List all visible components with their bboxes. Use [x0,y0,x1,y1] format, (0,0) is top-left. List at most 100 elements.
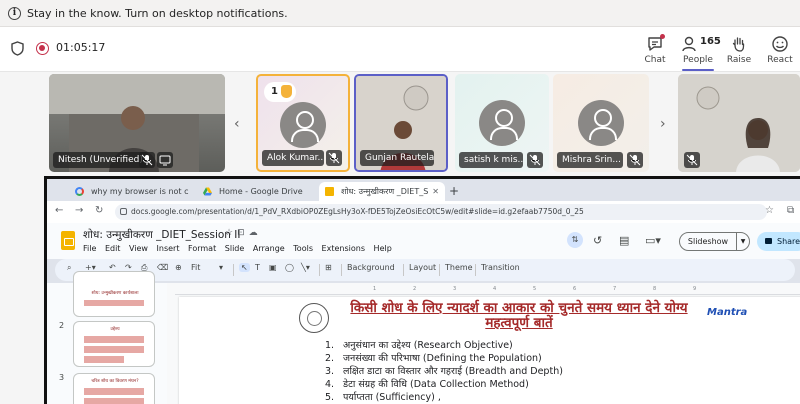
paint-format-icon[interactable]: ⌫ [157,263,168,272]
slideshow-button[interactable]: Slideshow [679,232,737,251]
menu-arrange[interactable]: Arrange [253,244,285,253]
participant-tile[interactable] [678,74,800,172]
mic-muted-icon [326,150,342,166]
shape-icon[interactable]: ◯ [285,263,294,272]
participant-strip: Nitesh (Unverified) 1 Alok Kumar... Gunj… [0,72,800,176]
participant-tile-active-speaker[interactable]: Gunjan Rautela... [354,74,448,172]
participant-tile[interactable]: Nitesh (Unverified) [49,74,225,172]
menu-format[interactable]: Format [188,244,216,253]
people-button[interactable]: 165 People [676,33,721,71]
menu-extensions[interactable]: Extensions [322,244,365,253]
zoom-dropdown-icon[interactable]: ▾ [219,263,223,272]
participant-name: satish k mis... [459,152,523,168]
chevron-right-icon[interactable]: › [660,116,666,132]
transition-button[interactable]: Transition [481,263,520,272]
video-call-icon[interactable]: ▭▾ [645,234,661,247]
slide-thumbnail[interactable]: शोध: उन्मुखीकरण कार्यशाला [73,271,155,317]
theme-button[interactable]: Theme [445,263,473,272]
address-bar[interactable]: docs.google.com/presentation/d/1_PdV_RXd… [115,204,767,220]
site-info-icon[interactable] [120,208,127,215]
list-item: 2. जनसंख्या की परिभाषा (Defining the Popu… [325,353,542,364]
slideshow-dropdown-icon[interactable]: ▼ [736,232,750,251]
zoom-icon[interactable]: ⊕ [175,263,182,272]
browser-tab-strip: why my browser is not c Home - Google Dr… [47,179,800,201]
browser-tab-active[interactable]: शोध: उन्मुखीकरण _DIET_S ✕ [319,182,445,201]
participant-tile-raised-hand[interactable]: 1 Alok Kumar... [256,74,350,172]
history-icon[interactable]: ↺ [593,234,602,247]
mantra-logo: Mantra [707,307,748,318]
people-icon [682,36,696,52]
background-button[interactable]: Background [347,263,395,272]
google-slides-logo-icon[interactable] [61,231,75,250]
participant-name: Mishra Srin... [557,152,623,168]
url-text: docs.google.com/presentation/d/1_PdV_RXd… [131,207,584,216]
google-slides-icon [325,187,334,196]
google-drive-icon [203,187,212,196]
slide-title[interactable]: किसी शोध के लिए न्यादर्श का आकार को चुनत… [339,301,699,331]
ruler-tick: 1 [373,286,377,292]
thumbnail-content [84,356,124,363]
slide[interactable]: किसी शोध के लिए न्यादर्श का आकार को चुनत… [179,297,800,404]
menu-tools[interactable]: Tools [293,244,313,253]
select-cursor-icon[interactable]: ↖ [239,263,250,272]
menu-bar: File Edit View Insert Format Slide Arran… [83,244,398,253]
people-active-indicator [682,69,714,71]
toolbar-divider [439,264,440,276]
raise-hand-button[interactable]: Raise [719,33,759,71]
bookmark-star-icon[interactable]: ☆ [765,205,774,216]
chevron-left-icon[interactable]: ‹ [234,116,240,132]
menu-view[interactable]: View [129,244,148,253]
move-folder-icon[interactable]: ⊡ [237,228,249,238]
comments-icon[interactable]: ▤ [619,234,629,247]
slide-number: 2 [59,321,65,330]
shield-icon[interactable] [11,41,24,56]
menu-edit[interactable]: Edit [105,244,121,253]
react-button[interactable]: React [760,33,800,71]
thumbnail-content [84,336,144,343]
back-icon[interactable]: ← [55,205,63,216]
participant-tile[interactable]: satish k mis... [455,74,549,172]
menu-slide[interactable]: Slide [225,244,245,253]
forward-icon[interactable]: → [75,205,83,216]
slide-thumbnail[interactable]: चरित्र शोध का विवरण मंथन? [73,373,155,404]
menu-file[interactable]: File [83,244,96,253]
document-title[interactable]: शोध: उन्मुखीकरण _DIET_Session II [83,228,240,242]
participant-tile[interactable]: Mishra Srin... [553,74,649,172]
zoom-fit-select[interactable]: Fit [191,263,200,272]
participant-name: Gunjan Rautela... [360,150,434,166]
search-menus-icon[interactable]: ⌕ [67,263,71,273]
ruler-tick: 3 [453,286,457,292]
thumbnail-title: शोध: उन्मुखीकरण कार्यशाला [91,291,139,296]
chat-button[interactable]: Chat [635,33,675,71]
raise-hand-icon [732,37,745,52]
text-box-icon[interactable]: T [255,263,260,272]
present-to-meeting-icon[interactable]: ⇅ [567,232,583,248]
menu-insert[interactable]: Insert [157,244,180,253]
share-button[interactable]: Share [757,232,800,251]
reload-icon[interactable]: ↻ [95,205,103,216]
browser-tab[interactable]: why my browser is not c [69,182,197,201]
slide-thumbnail[interactable]: उद्देश्य [73,321,155,367]
layout-button[interactable]: Layout [409,263,436,272]
add-comment-icon[interactable]: ⊞ [325,263,332,272]
info-icon: i [8,6,21,20]
browser-tab[interactable]: Home - Google Drive [197,182,319,201]
tab-title: शोध: उन्मुखीकरण _DIET_S [341,187,429,196]
new-tab-icon[interactable]: + [449,182,459,201]
raised-hand-icon [281,85,292,98]
chat-unread-dot [660,34,665,39]
avatar [280,102,326,148]
toolbar-divider [403,264,404,276]
image-icon[interactable]: ▣ [269,263,277,272]
participant-name: Nitesh (Unverified) [53,152,148,168]
mic-muted-icon [139,152,155,168]
extensions-icon[interactable]: ⧉ [787,205,794,216]
menu-help[interactable]: Help [374,244,392,253]
list-item: 4. डेटा संग्रह की विधि (Data Collection M… [325,379,529,390]
raise-label: Raise [726,55,752,65]
slides-app-header: शोध: उन्मुखीकरण _DIET_Session II ☆⊡☁ Fil… [47,223,800,259]
close-tab-icon[interactable]: ✕ [432,182,439,201]
slide-bullet-list[interactable]: 1. अनुसंधान का उद्देश्य (Research Objecti… [325,339,563,404]
line-icon[interactable]: ╲▾ [301,263,310,272]
star-icon[interactable]: ☆ [225,228,237,238]
